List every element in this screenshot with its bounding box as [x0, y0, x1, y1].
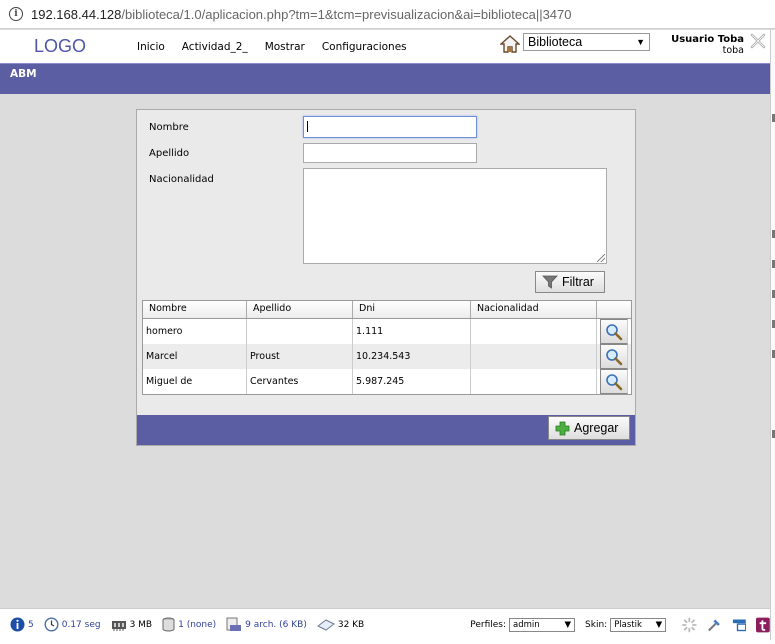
nacionalidad-textarea[interactable] [303, 168, 607, 264]
footer-session[interactable]: 32 KB [316, 618, 364, 631]
magnifier-icon [606, 323, 623, 340]
footer-time[interactable]: 0.17 seg [44, 617, 101, 632]
skin-select[interactable]: Plastik ▼ [610, 617, 667, 632]
home-icon[interactable] [500, 35, 520, 53]
magnifier-icon [606, 373, 623, 390]
logo: LOGO [34, 36, 87, 56]
cell-nombre: homero [143, 319, 247, 344]
select-row-button[interactable] [600, 344, 628, 369]
cell-dni: 10.234.543 [353, 344, 471, 369]
results-table: Nombre Apellido Dni Nacionalidad homero … [142, 300, 632, 395]
footer-db[interactable]: 1 (none) [162, 617, 216, 632]
address-bar[interactable]: i 192.168.44.128/biblioteca/1.0/aplicaci… [0, 0, 775, 29]
table-header: Nombre Apellido Dni Nacionalidad [143, 301, 631, 319]
magnifier-icon [606, 348, 623, 365]
col-header-dni[interactable]: Dni [353, 301, 471, 318]
abm-panel: Nombre Apellido Nacionalidad Filtrar Nom… [136, 109, 636, 446]
perfiles-control: Perfiles: admin ▼ [470, 617, 576, 632]
skin-control: Skin: Plastik ▼ [585, 617, 667, 632]
page-title: ABM [10, 68, 37, 80]
table-row: Marcel Proust 10.234.543 [143, 344, 631, 369]
layout-icon[interactable] [732, 617, 747, 633]
col-header-nacionalidad[interactable]: Nacionalidad [471, 301, 597, 318]
nombre-label: Nombre [149, 122, 189, 133]
footer-files[interactable]: 9 arch. (6 KB) [226, 617, 307, 632]
chevron-down-icon: ▼ [636, 37, 645, 47]
loading-spinner-icon [682, 617, 697, 632]
col-header-actions [597, 301, 631, 318]
user-name: Usuario Toba [671, 34, 744, 45]
resize-grip[interactable] [597, 254, 605, 262]
menu-item-mostrar[interactable]: Mostrar [265, 41, 305, 53]
cell-apellido: Proust [247, 344, 353, 369]
table-row: homero 1.111 [143, 319, 631, 344]
apellido-label: Apellido [149, 148, 190, 159]
footer-info[interactable]: 5 [10, 617, 34, 632]
cell-nacionalidad [471, 369, 597, 394]
right-edge-strip [770, 30, 775, 640]
database-icon [162, 617, 175, 632]
panel-footer: Agregar [137, 415, 635, 445]
cell-apellido: Cervantes [247, 369, 353, 394]
plus-icon [555, 421, 570, 435]
user-login: toba [722, 45, 744, 56]
nombre-field[interactable] [303, 116, 477, 138]
chevron-down-icon: ▼ [564, 619, 572, 630]
filter-icon [542, 275, 558, 289]
cell-dni: 5.987.245 [353, 369, 471, 394]
col-header-apellido[interactable]: Apellido [247, 301, 353, 318]
url-text[interactable]: 192.168.44.128/biblioteca/1.0/aplicacion… [31, 7, 572, 22]
user-info: Usuario Toba toba [671, 34, 744, 56]
debug-footer: 5 0.17 seg 3 MB 1 (none) 9 arch. (6 KB) [0, 608, 771, 640]
col-header-nombre[interactable]: Nombre [143, 301, 247, 318]
menu-item-actividad[interactable]: Actividad_2_ [182, 41, 248, 53]
cell-dni: 1.111 [353, 319, 471, 344]
cell-nacionalidad [471, 344, 597, 369]
clock-icon [44, 617, 59, 632]
app-header: LOGO Inicio Actividad_2_ Mostrar Configu… [0, 30, 770, 63]
menu-item-configuraciones[interactable]: Configuraciones [322, 41, 407, 53]
memory-icon [111, 620, 126, 631]
php-files-icon [226, 617, 242, 631]
select-row-button[interactable] [600, 319, 628, 344]
filter-button[interactable]: Filtrar [535, 271, 605, 293]
nacionalidad-label: Nacionalidad [149, 174, 214, 185]
session-icon [316, 619, 335, 631]
site-info-icon[interactable]: i [9, 7, 23, 21]
close-icon[interactable] [750, 33, 766, 49]
footer-memory[interactable]: 3 MB [111, 619, 152, 631]
cell-nacionalidad [471, 319, 597, 344]
select-row-button[interactable] [600, 369, 628, 394]
apellido-field[interactable] [303, 143, 477, 163]
cell-nombre: Miguel de [143, 369, 247, 394]
add-button[interactable]: Agregar [548, 416, 630, 440]
info-icon [10, 617, 25, 632]
cell-apellido [247, 319, 353, 344]
project-select[interactable]: Biblioteca ▼ [523, 33, 650, 51]
cell-nombre: Marcel [143, 344, 247, 369]
perfiles-select[interactable]: admin ▼ [509, 617, 576, 632]
toba-logo-icon[interactable] [756, 617, 771, 633]
editor-tools-icon[interactable] [707, 617, 722, 633]
title-bar: ABM [0, 63, 770, 94]
chevron-down-icon: ▼ [655, 619, 663, 630]
menu-item-inicio[interactable]: Inicio [137, 41, 165, 53]
window-bottom-edge [0, 640, 775, 644]
main-menu: Inicio Actividad_2_ Mostrar Configuracio… [137, 41, 424, 53]
table-row: Miguel de Cervantes 5.987.245 [143, 369, 631, 394]
